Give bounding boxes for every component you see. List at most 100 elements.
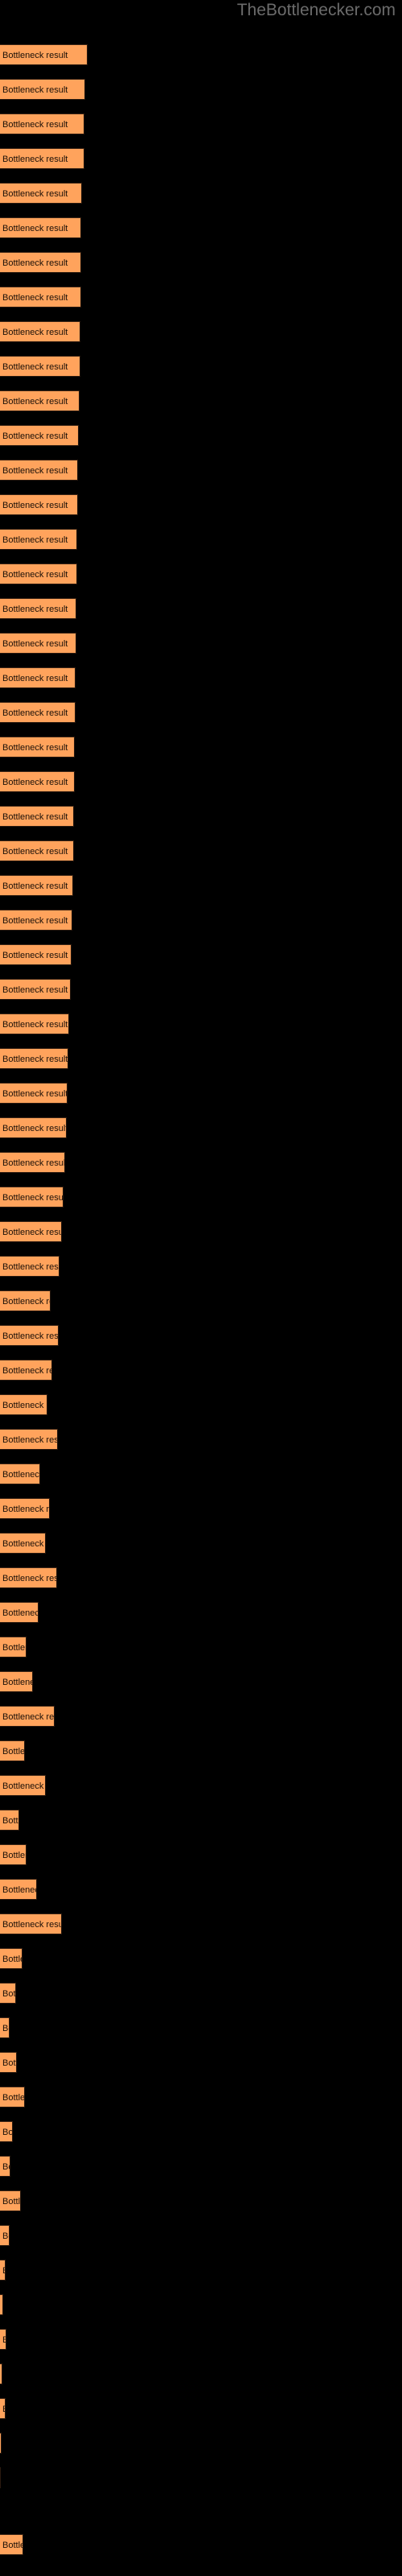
- bar-51[interactable]: Bottleneck result: [0, 1810, 19, 1831]
- bar-56[interactable]: Bottleneck result: [0, 1983, 16, 2004]
- bar-22[interactable]: Bottleneck result: [0, 806, 74, 827]
- bar-8[interactable]: Bottleneck result: [0, 321, 80, 342]
- bar-label: Bottleneck result: [2, 1470, 39, 1480]
- bar-69[interactable]: Bottleneck result: [0, 2433, 2, 2454]
- bar-15[interactable]: Bottleneck result: [0, 564, 77, 584]
- bar-70[interactable]: Bottleneck result: [0, 2467, 1, 2488]
- bar-18[interactable]: Bottleneck result: [0, 667, 76, 688]
- bar-29[interactable]: Bottleneck result: [0, 1048, 68, 1069]
- bar-0[interactable]: Bottleneck result: [0, 44, 88, 65]
- bar-label: Bottleneck result: [2, 224, 68, 233]
- bar-17[interactable]: Bottleneck result: [0, 633, 76, 654]
- bar-label: Bottleneck result: [2, 1020, 68, 1030]
- bar-23[interactable]: Bottleneck result: [0, 840, 74, 861]
- bar-32[interactable]: Bottleneck result: [0, 1152, 65, 1173]
- bar-30[interactable]: Bottleneck result: [0, 1083, 68, 1104]
- bar-62[interactable]: Bottleneck result: [0, 2190, 21, 2211]
- bar-label: Bottleneck result: [2, 2162, 10, 2172]
- bar-label: Bottleneck result: [2, 1366, 51, 1376]
- bar-57[interactable]: Bottleneck result: [0, 2017, 10, 2038]
- bar-46[interactable]: Bottleneck result: [0, 1637, 27, 1657]
- bar-55[interactable]: Bottleneck result: [0, 1948, 23, 1969]
- bar-4[interactable]: Bottleneck result: [0, 183, 82, 204]
- bar-16[interactable]: Bottleneck result: [0, 598, 76, 619]
- bar-6[interactable]: Bottleneck result: [0, 252, 81, 273]
- bar-65[interactable]: Bottleneck result: [0, 2294, 3, 2315]
- bar-3[interactable]: Bottleneck result: [0, 148, 84, 169]
- bar-2[interactable]: Bottleneck result: [0, 114, 84, 134]
- bar-68[interactable]: Bottleneck result: [0, 2398, 6, 2419]
- bar-label: Bottleneck result: [2, 1885, 36, 1895]
- bar-43[interactable]: Bottleneck result: [0, 1533, 46, 1554]
- bar-48[interactable]: Bottleneck result: [0, 1706, 55, 1727]
- bar-39[interactable]: Bottleneck result: [0, 1394, 47, 1415]
- bar-7[interactable]: Bottleneck result: [0, 287, 81, 308]
- bar-52[interactable]: Bottleneck result: [0, 1844, 27, 1865]
- bar-59[interactable]: Bottleneck result: [0, 2087, 25, 2107]
- bar-24[interactable]: Bottleneck result: [0, 875, 73, 896]
- bar-44[interactable]: Bottleneck result: [0, 1567, 57, 1588]
- bar-label: Bottleneck result: [2, 847, 68, 857]
- bar-67[interactable]: Bottleneck result: [0, 2363, 2, 2384]
- bar-label: Bottleneck result: [2, 2128, 12, 2137]
- bar-28[interactable]: Bottleneck result: [0, 1013, 69, 1034]
- bar-45[interactable]: Bottleneck result: [0, 1602, 39, 1623]
- bar-label: Bottleneck result: [2, 1608, 38, 1618]
- bar-47[interactable]: Bottleneck result: [0, 1671, 33, 1692]
- bar-1[interactable]: Bottleneck result: [0, 79, 85, 100]
- bar-50[interactable]: Bottleneck result: [0, 1775, 46, 1796]
- bar-42[interactable]: Bottleneck result: [0, 1498, 50, 1519]
- bar-26[interactable]: Bottleneck result: [0, 944, 72, 965]
- bar-38[interactable]: Bottleneck result: [0, 1360, 52, 1381]
- bar-21[interactable]: Bottleneck result: [0, 771, 75, 792]
- bar-35[interactable]: Bottleneck result: [0, 1256, 59, 1277]
- bar-71[interactable]: Bottleneck result: [0, 2534, 23, 2555]
- bar-36[interactable]: Bottleneck result: [0, 1290, 51, 1311]
- bar-49[interactable]: Bottleneck result: [0, 1740, 25, 1761]
- bar-label: Bottleneck result: [2, 51, 68, 60]
- bar-label: Bottleneck result: [2, 2058, 16, 2068]
- bar-label: Bottleneck result: [2, 1920, 61, 1930]
- bar-5[interactable]: Bottleneck result: [0, 217, 81, 238]
- bar-31[interactable]: Bottleneck result: [0, 1117, 67, 1138]
- bar-10[interactable]: Bottleneck result: [0, 390, 80, 411]
- bar-label: Bottleneck result: [2, 293, 68, 303]
- bar-label: Bottleneck result: [2, 1158, 64, 1168]
- bar-label: Bottleneck result: [2, 189, 68, 199]
- bar-label: Bottleneck result: [2, 1851, 26, 1860]
- bar-63[interactable]: Bottleneck result: [0, 2225, 10, 2246]
- bar-64[interactable]: Bottleneck result: [0, 2260, 6, 2281]
- bar-9[interactable]: Bottleneck result: [0, 356, 80, 377]
- bar-label: Bottleneck result: [2, 1574, 56, 1583]
- bar-12[interactable]: Bottleneck result: [0, 460, 78, 481]
- bar-label: Bottleneck result: [2, 466, 68, 476]
- bar-label: Bottleneck result: [2, 1816, 18, 1826]
- bar-66[interactable]: Bottleneck result: [0, 2329, 6, 2350]
- bar-20[interactable]: Bottleneck result: [0, 737, 75, 758]
- bar-58[interactable]: Bottleneck result: [0, 2052, 17, 2073]
- bar-13[interactable]: Bottleneck result: [0, 494, 78, 515]
- bar-label: Bottleneck result: [2, 362, 68, 372]
- bar-41[interactable]: Bottleneck result: [0, 1463, 40, 1484]
- bar-60[interactable]: Bottleneck result: [0, 2121, 13, 2142]
- bar-34[interactable]: Bottleneck result: [0, 1221, 62, 1242]
- bar-27[interactable]: Bottleneck result: [0, 979, 71, 1000]
- bar-label: Bottleneck result: [2, 501, 68, 510]
- bar-54[interactable]: Bottleneck result: [0, 1913, 62, 1934]
- bar-25[interactable]: Bottleneck result: [0, 910, 72, 931]
- bar-label: Bottleneck result: [2, 2024, 9, 2033]
- bar-label: Bottleneck result: [2, 1262, 59, 1272]
- bar-label: Bottleneck result: [2, 605, 68, 614]
- bar-61[interactable]: Bottleneck result: [0, 2156, 10, 2177]
- bar-53[interactable]: Bottleneck result: [0, 1879, 37, 1900]
- bar-14[interactable]: Bottleneck result: [0, 529, 77, 550]
- bar-label: Bottleneck result: [2, 674, 68, 683]
- bar-11[interactable]: Bottleneck result: [0, 425, 79, 446]
- bar-label: Bottleneck result: [2, 2541, 23, 2550]
- bar-37[interactable]: Bottleneck result: [0, 1325, 59, 1346]
- bar-40[interactable]: Bottleneck result: [0, 1429, 58, 1450]
- bar-33[interactable]: Bottleneck result: [0, 1187, 64, 1208]
- bar-label: Bottleneck result: [2, 743, 68, 753]
- bar-19[interactable]: Bottleneck result: [0, 702, 76, 723]
- bar-label: Bottleneck result: [2, 1747, 24, 1757]
